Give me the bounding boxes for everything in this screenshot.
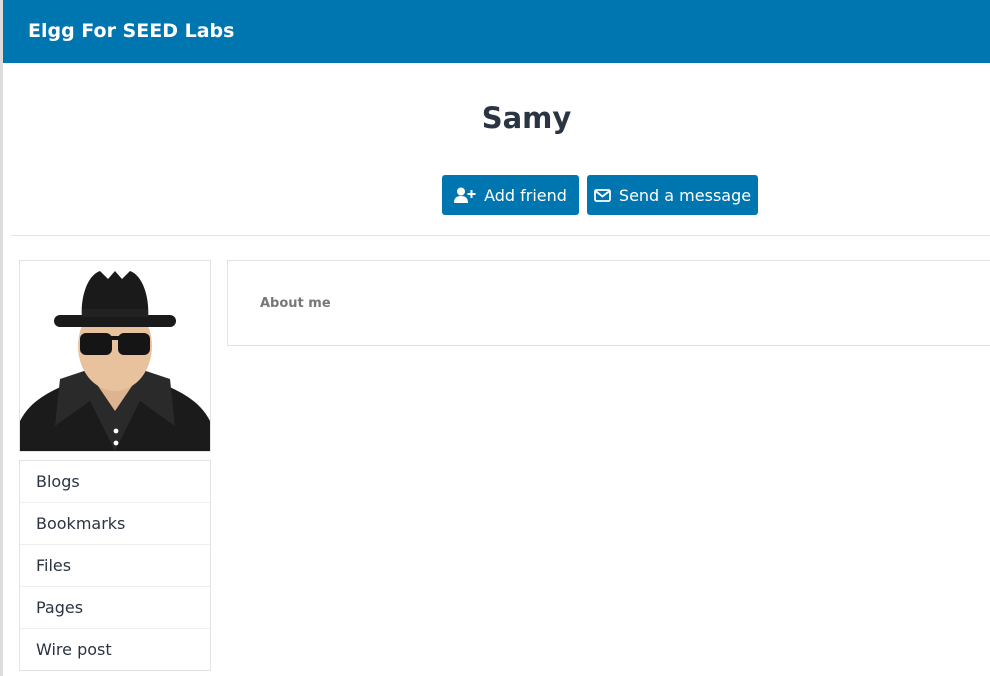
page: Elgg For SEED Labs Samy Add friend Send …	[0, 0, 990, 676]
menu-item-files[interactable]: Files	[20, 545, 210, 587]
about-me-panel: About me	[227, 260, 990, 346]
about-me-label: About me	[260, 296, 331, 311]
site-name-link[interactable]: Elgg For SEED Labs	[28, 20, 234, 42]
avatar[interactable]	[19, 260, 211, 452]
menu-item-blogs[interactable]: Blogs	[20, 461, 210, 503]
envelope-icon	[594, 188, 611, 202]
spy-avatar-icon	[20, 261, 210, 451]
profile-name: Samy	[481, 101, 572, 135]
menu-item-pages[interactable]: Pages	[20, 587, 210, 629]
top-bar: Elgg For SEED Labs	[3, 0, 990, 63]
add-user-icon	[454, 187, 476, 203]
send-message-button[interactable]: Send a message	[587, 175, 758, 215]
menu-item-wire-post[interactable]: Wire post	[20, 629, 210, 670]
header-divider	[11, 235, 990, 236]
send-message-label: Send a message	[618, 185, 752, 205]
menu-item-bookmarks[interactable]: Bookmarks	[20, 503, 210, 545]
add-friend-button[interactable]: Add friend	[442, 175, 579, 215]
owner-block-menu: Blogs Bookmarks Files Pages Wire post	[19, 460, 211, 671]
add-friend-label: Add friend	[484, 185, 567, 205]
